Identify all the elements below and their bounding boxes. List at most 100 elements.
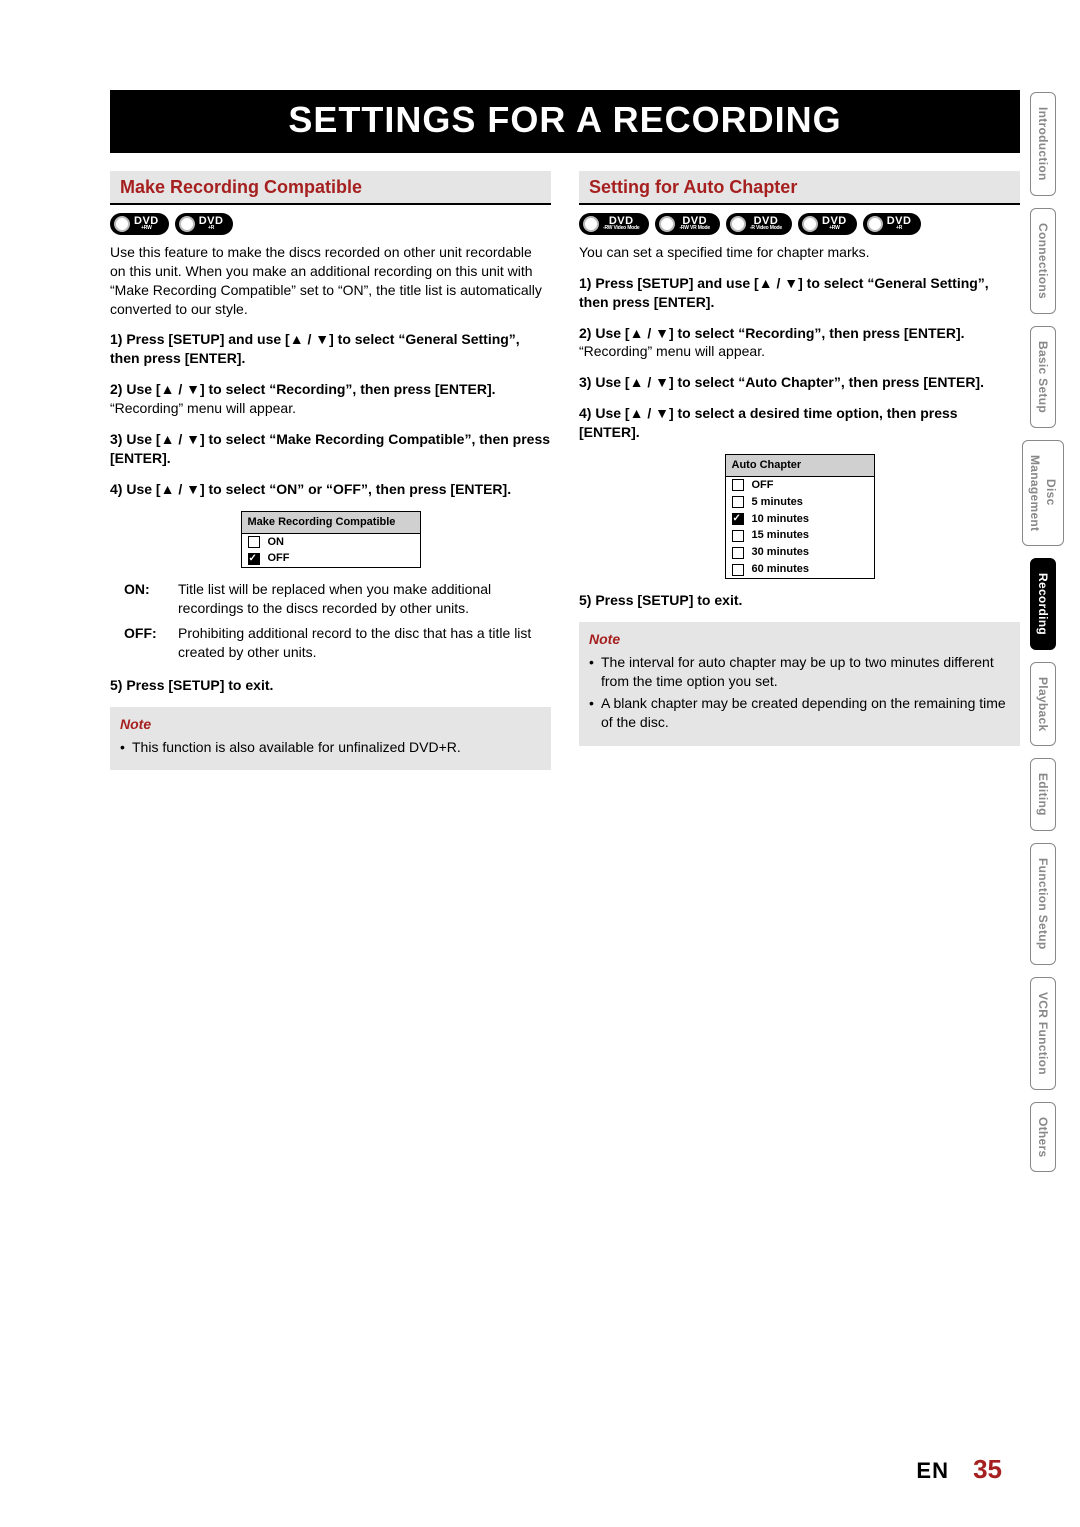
disc-sub: +R xyxy=(896,226,902,231)
step: 1) Press [SETUP] and use [▲ / ▼] to sele… xyxy=(110,330,551,368)
definition-desc: Title list will be replaced when you mak… xyxy=(178,580,551,618)
disc-sub: +RW xyxy=(829,226,840,231)
side-tab[interactable]: Function Setup xyxy=(1030,843,1056,965)
checkbox-icon[interactable] xyxy=(248,536,260,548)
step: 1) Press [SETUP] and use [▲ / ▼] to sele… xyxy=(579,274,1020,312)
menu-row[interactable]: 60 minutes xyxy=(726,561,874,578)
note-list-left: This function is also available for unfi… xyxy=(120,738,541,757)
side-tab-label: Others xyxy=(1036,1117,1050,1157)
page-footer: EN 35 xyxy=(916,1452,1002,1487)
side-tab[interactable]: Basic Setup xyxy=(1030,326,1056,428)
disc-sub: -RW Video Mode xyxy=(603,226,639,231)
menu-row-label: 60 minutes xyxy=(752,562,809,577)
section-heading-right: Setting for Auto Chapter xyxy=(579,171,1020,205)
disc-icon xyxy=(114,216,130,232)
menu-row-label: 10 minutes xyxy=(752,512,809,527)
definition-row: ON:Title list will be replaced when you … xyxy=(124,580,551,618)
section-heading-right-text: Setting for Auto Chapter xyxy=(589,177,797,197)
side-tab[interactable]: DiscManagement xyxy=(1022,440,1064,546)
step: 2) Use [▲ / ▼] to select “Recording”, th… xyxy=(579,324,1020,362)
disc-sub: +RW xyxy=(141,226,152,231)
note-item: This function is also available for unfi… xyxy=(120,738,541,757)
menu-row-label: 5 minutes xyxy=(752,495,803,510)
side-tab[interactable]: Playback xyxy=(1030,662,1056,746)
menu-row[interactable]: 5 minutes xyxy=(726,494,874,511)
note-item: A blank chapter may be created depending… xyxy=(589,694,1010,732)
checkbox-icon[interactable] xyxy=(732,479,744,491)
disc-badges-right: DVD-RW Video Mode DVD-RW VR Mode DVD-R Vid… xyxy=(579,213,1020,235)
disc-text: DVD+R xyxy=(887,216,912,231)
side-tab[interactable]: Recording xyxy=(1030,558,1056,650)
step-note: “Recording” menu will appear. xyxy=(579,343,765,359)
left-column: Make Recording Compatible DVD+RWDVD+R Us… xyxy=(110,171,551,771)
menu-right-body: OFF5 minutes 10 minutes15 minutes 30 minut… xyxy=(726,477,874,578)
checkbox-icon[interactable] xyxy=(732,513,744,525)
step-text: 3) Use [▲ / ▼] to select “Make Recording… xyxy=(110,431,550,466)
right-column: Setting for Auto Chapter DVD-RW Video Mo… xyxy=(579,171,1020,771)
disc-text: DVD+RW xyxy=(822,216,847,231)
right-step-5-text: 5) Press [SETUP] to exit. xyxy=(579,592,742,608)
step-text: 2) Use [▲ / ▼] to select “Recording”, th… xyxy=(110,381,496,397)
checkbox-icon[interactable] xyxy=(732,547,744,559)
side-tabs: Introduction Connections Basic Setup DiscMa… xyxy=(1022,92,1064,1172)
side-tab[interactable]: Editing xyxy=(1030,758,1056,831)
disc-icon xyxy=(802,216,818,232)
right-intro: You can set a specified time for chapter… xyxy=(579,243,1020,262)
checkbox-icon[interactable] xyxy=(732,496,744,508)
content-columns: Make Recording Compatible DVD+RWDVD+R Us… xyxy=(110,171,1020,771)
disc-icon xyxy=(867,216,883,232)
disc-icon xyxy=(179,216,195,232)
menu-right-title: Auto Chapter xyxy=(726,455,874,477)
menu-row[interactable]: OFF xyxy=(726,477,874,494)
disc-badge: DVD-RW Video Mode xyxy=(579,213,649,235)
side-tab-label: Playback xyxy=(1036,677,1050,731)
menu-row[interactable]: 10 minutes xyxy=(726,511,874,528)
note-box-right: Note The interval for auto chapter may b… xyxy=(579,622,1020,746)
menu-row[interactable]: 30 minutes xyxy=(726,544,874,561)
note-list-right: The interval for auto chapter may be up … xyxy=(589,653,1010,733)
side-tab[interactable]: Introduction xyxy=(1030,92,1056,196)
disc-sub: +R xyxy=(208,226,214,231)
checkbox-icon[interactable] xyxy=(732,530,744,542)
side-tab[interactable]: Connections xyxy=(1030,208,1056,314)
disc-icon xyxy=(583,216,599,232)
checkbox-icon[interactable] xyxy=(732,564,744,576)
note-title-left: Note xyxy=(120,715,541,734)
section-heading-left: Make Recording Compatible xyxy=(110,171,551,205)
menu-left-title: Make Recording Compatible xyxy=(242,512,420,534)
step-text: 4) Use [▲ / ▼] to select “ON” or “OFF”, … xyxy=(110,481,511,497)
definition-label: ON: xyxy=(124,580,178,618)
disc-badge: DVD-R Video Mode xyxy=(726,213,792,235)
disc-badge: DVD-RW VR Mode xyxy=(655,213,719,235)
step-text: 2) Use [▲ / ▼] to select “Recording”, th… xyxy=(579,325,965,341)
side-tab-label: Connections xyxy=(1036,223,1050,299)
step: 2) Use [▲ / ▼] to select “Recording”, th… xyxy=(110,380,551,418)
footer-lang: EN xyxy=(916,1458,949,1483)
disc-badge: DVD+R xyxy=(863,213,922,235)
menu-row-label: 30 minutes xyxy=(752,545,809,560)
left-steps: 1) Press [SETUP] and use [▲ / ▼] to sele… xyxy=(110,330,551,498)
side-tab-label: VCR Function xyxy=(1036,992,1050,1075)
page-title-banner: SETTINGS FOR A RECORDING xyxy=(110,90,1020,153)
disc-badge: DVD+RW xyxy=(798,213,857,235)
menu-auto-chapter: Auto Chapter OFF5 minutes 10 minutes15 mi… xyxy=(725,454,875,579)
menu-row-label: 15 minutes xyxy=(752,528,809,543)
step-text: 1) Press [SETUP] and use [▲ / ▼] to sele… xyxy=(110,331,520,366)
right-step-5: 5) Press [SETUP] to exit. xyxy=(579,591,1020,610)
menu-row[interactable]: 15 minutes xyxy=(726,527,874,544)
menu-row-label: ON xyxy=(268,535,285,550)
menu-row[interactable]: OFF xyxy=(242,550,420,567)
disc-sub: -R Video Mode xyxy=(750,226,782,231)
menu-left-body: ONOFF xyxy=(242,534,420,568)
disc-sub: -RW VR Mode xyxy=(679,226,709,231)
on-off-definitions: ON:Title list will be replaced when you … xyxy=(124,580,551,662)
checkbox-icon[interactable] xyxy=(248,553,260,565)
definition-row: OFF:Prohibiting additional record to the… xyxy=(124,624,551,662)
side-tab[interactable]: VCR Function xyxy=(1030,977,1056,1090)
disc-icon xyxy=(730,216,746,232)
definition-label: OFF: xyxy=(124,624,178,662)
left-step-5-text: 5) Press [SETUP] to exit. xyxy=(110,677,273,693)
menu-row[interactable]: ON xyxy=(242,534,420,551)
side-tab[interactable]: Others xyxy=(1030,1102,1056,1172)
disc-text: DVD-RW VR Mode xyxy=(679,216,709,231)
